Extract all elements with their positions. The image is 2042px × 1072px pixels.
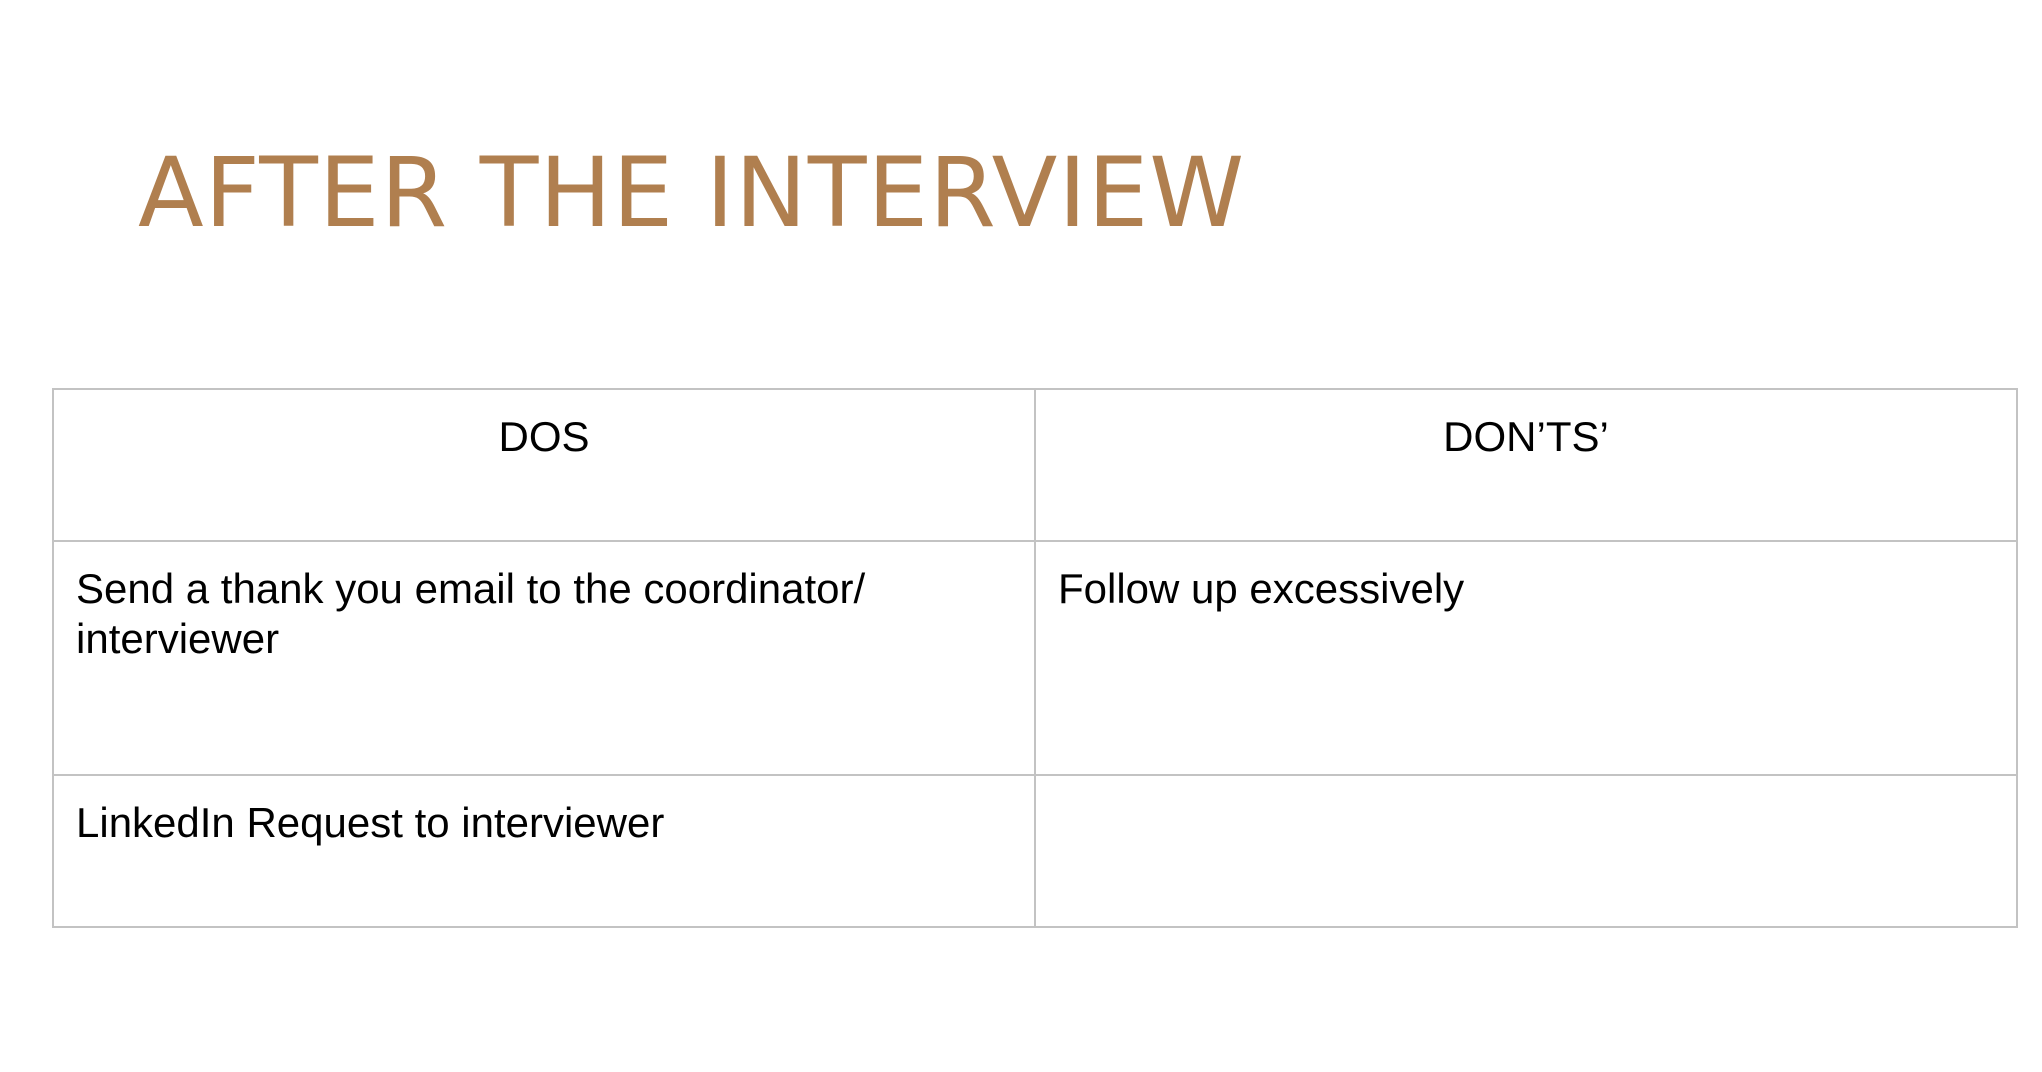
table-row: Send a thank you email to the coordinato… <box>52 540 2018 776</box>
table-row: LinkedIn Request to interviewer <box>52 774 2018 928</box>
header-dos: DOS <box>52 388 1036 542</box>
slide-title: AFTER THE INTERVIEW <box>138 137 1246 249</box>
table-cell-dos: Send a thank you email to the coordinato… <box>52 540 1036 776</box>
dos-donts-table: DOS DON’TS’ Send a thank you email to th… <box>52 388 2018 928</box>
slide: AFTER THE INTERVIEW DOS DON’TS’ Send a t… <box>0 0 2042 1072</box>
table-header-row: DOS DON’TS’ <box>52 388 2018 542</box>
table-cell-dos: LinkedIn Request to interviewer <box>52 774 1036 928</box>
table-cell-donts: Follow up excessively <box>1034 540 2018 776</box>
table-cell-donts <box>1034 774 2018 928</box>
header-donts: DON’TS’ <box>1034 388 2018 542</box>
